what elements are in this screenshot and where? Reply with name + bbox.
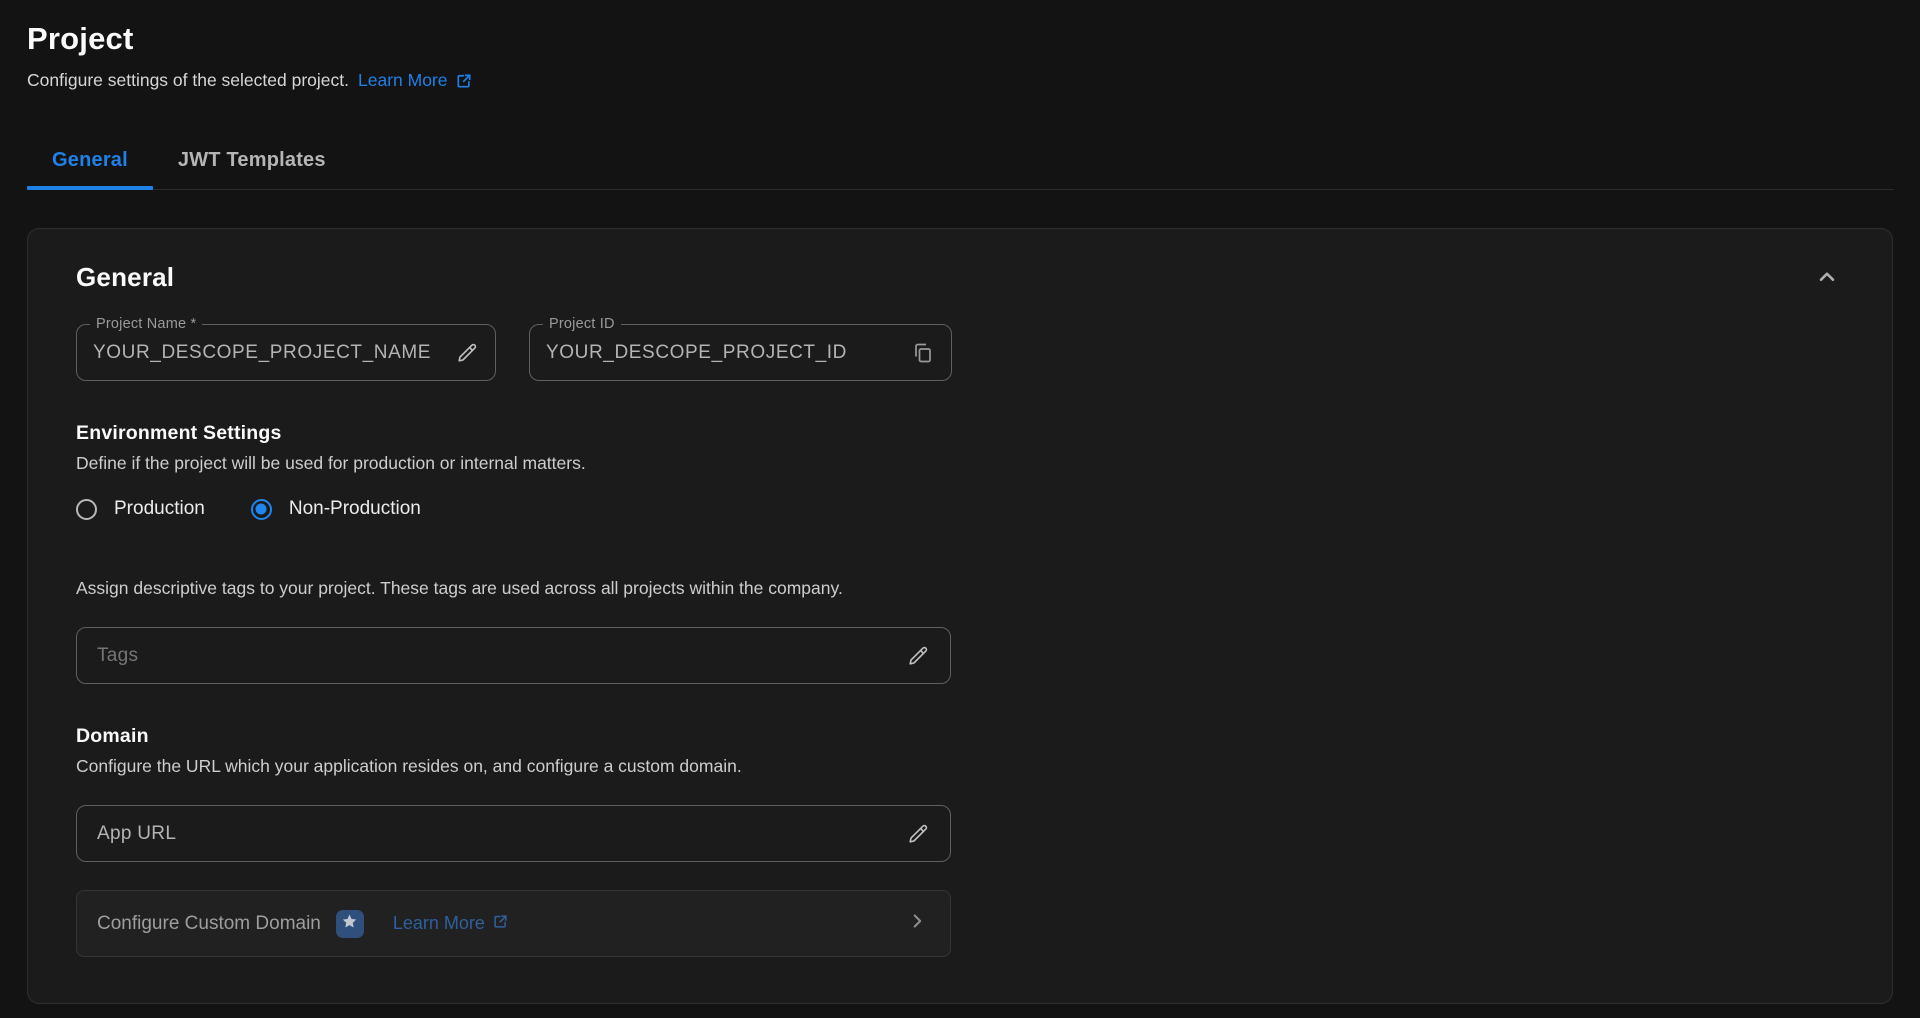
- copy-icon: [911, 353, 935, 368]
- card-title: General: [76, 262, 174, 293]
- collapse-section-button[interactable]: [1810, 260, 1844, 294]
- tags-section: Assign descriptive tags to your project.…: [76, 578, 1844, 684]
- tags-input[interactable]: [97, 645, 904, 667]
- project-id-label: Project ID: [543, 316, 621, 332]
- tags-field: [76, 627, 951, 684]
- pencil-icon: [906, 834, 930, 849]
- card-header: General: [76, 260, 1844, 294]
- chevron-up-icon: [1814, 278, 1840, 293]
- environment-settings-heading: Environment Settings: [76, 422, 1844, 445]
- copy-project-id-button[interactable]: [909, 339, 937, 367]
- project-name-label: Project Name *: [90, 316, 202, 332]
- app-url-input[interactable]: [97, 823, 904, 845]
- radio-non-production-label: Non-Production: [289, 498, 421, 520]
- domain-section: Domain Configure the URL which your appl…: [76, 725, 1844, 957]
- learn-more-label: Learn More: [358, 70, 448, 91]
- page-subtitle: Configure settings of the selected proje…: [27, 70, 1894, 91]
- custom-domain-learn-more-link[interactable]: Learn More: [393, 913, 509, 935]
- radio-production-circle[interactable]: [76, 499, 97, 520]
- environment-radio-group: Production Non-Production: [76, 498, 1844, 520]
- star-icon: [341, 913, 358, 935]
- configure-custom-domain-label: Configure Custom Domain: [97, 913, 321, 935]
- learn-more-link[interactable]: Learn More: [358, 70, 473, 91]
- custom-domain-learn-more-label: Learn More: [393, 913, 485, 934]
- chevron-right-icon: [906, 910, 928, 937]
- project-settings-page: Project Configure settings of the select…: [27, 0, 1894, 1004]
- domain-description: Configure the URL which your application…: [76, 756, 1844, 777]
- project-id-input[interactable]: [546, 342, 909, 364]
- project-name-field: Project Name *: [76, 324, 496, 381]
- environment-settings-section: Environment Settings Define if the proje…: [76, 422, 1844, 520]
- external-link-icon: [455, 72, 473, 90]
- page-title: Project: [27, 21, 1894, 57]
- radio-production[interactable]: Production: [76, 498, 205, 520]
- pencil-icon: [455, 353, 479, 368]
- tab-general-label: General: [52, 149, 128, 171]
- radio-production-label: Production: [114, 498, 205, 520]
- project-id-field: Project ID: [529, 324, 952, 381]
- tab-general[interactable]: General: [27, 134, 153, 189]
- environment-settings-description: Define if the project will be used for p…: [76, 453, 1844, 474]
- app-url-field: [76, 805, 951, 862]
- tab-bar: General JWT Templates: [27, 134, 1894, 190]
- radio-non-production[interactable]: Non-Production: [251, 498, 421, 520]
- edit-tags-button[interactable]: [904, 642, 932, 670]
- edit-project-name-button[interactable]: [453, 339, 481, 367]
- project-name-input[interactable]: [93, 342, 453, 364]
- project-fields-row: Project Name * Project ID: [76, 324, 1844, 381]
- premium-star-badge: [336, 910, 364, 938]
- tab-jwt-templates-label: JWT Templates: [178, 149, 326, 171]
- page-subtitle-text: Configure settings of the selected proje…: [27, 70, 349, 91]
- external-link-icon: [492, 913, 509, 935]
- pencil-icon: [906, 656, 930, 671]
- domain-heading: Domain: [76, 725, 1844, 748]
- general-settings-card: General Project Name *: [27, 228, 1893, 1004]
- tags-description: Assign descriptive tags to your project.…: [76, 578, 1844, 599]
- edit-app-url-button[interactable]: [904, 820, 932, 848]
- tab-jwt-templates[interactable]: JWT Templates: [153, 134, 351, 189]
- configure-custom-domain-row[interactable]: Configure Custom Domain Learn More: [76, 890, 951, 957]
- radio-non-production-circle[interactable]: [251, 499, 272, 520]
